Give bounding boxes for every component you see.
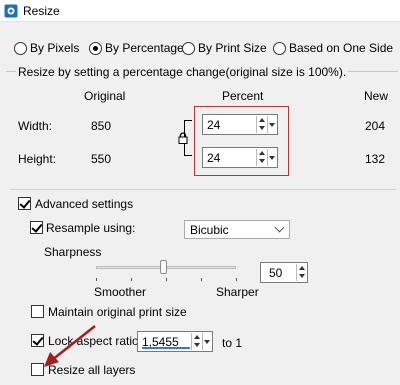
lock-icon[interactable] — [178, 132, 188, 144]
maintain-print-size-label[interactable]: Maintain original print size — [48, 305, 187, 319]
radio-label-by-percentage[interactable]: By Percentage — [105, 41, 184, 55]
aspect-ratio-stepper[interactable] — [191, 333, 201, 350]
slider-tick — [96, 278, 97, 281]
radio-by-pixels[interactable] — [14, 42, 27, 55]
height-new: 132 — [365, 152, 386, 166]
height-percent-dropdown[interactable] — [267, 149, 276, 166]
header-new: New — [364, 89, 389, 103]
sharpness-label: Sharpness — [44, 245, 102, 259]
aspect-ratio-suffix: to 1 — [222, 336, 243, 350]
aspect-ratio-dropdown[interactable] — [202, 333, 211, 350]
sharpness-slider-thumb[interactable] — [160, 260, 167, 274]
advanced-settings-checkbox[interactable] — [18, 197, 31, 210]
resample-method-value[interactable]: Bicubic — [190, 223, 229, 237]
width-label: Width: — [18, 119, 53, 133]
app-logo-icon — [4, 4, 18, 18]
sharpness-max-label: Sharper — [216, 285, 259, 299]
radio-label-by-print-size[interactable]: By Print Size — [198, 41, 267, 55]
maintain-print-size-checkbox[interactable] — [31, 305, 44, 318]
advanced-settings-label[interactable]: Advanced settings — [35, 197, 133, 211]
slider-tick — [166, 278, 167, 281]
height-percent-value[interactable]: 24 — [207, 151, 220, 165]
header-original: Original — [84, 89, 126, 103]
width-new: 204 — [365, 119, 386, 133]
chevron-down-icon[interactable] — [274, 222, 285, 233]
sharpness-min-label: Smoother — [94, 285, 147, 299]
percentage-group-title: Resize by setting a percentage change(or… — [16, 65, 349, 79]
height-percent-spinner[interactable]: 24 — [202, 147, 278, 168]
radio-label-based-on-one-side[interactable]: Based on One Side — [289, 41, 393, 55]
width-original: 850 — [91, 119, 112, 133]
slider-tick — [131, 278, 132, 281]
width-percent-dropdown[interactable] — [267, 116, 276, 133]
resample-method-select[interactable]: Bicubic — [184, 220, 290, 239]
slider-tick — [201, 278, 202, 281]
pointer-arrow-icon — [44, 325, 96, 367]
resample-checkbox[interactable] — [30, 221, 43, 234]
aspect-ratio-spinner[interactable]: 1,5455 — [137, 331, 213, 352]
sharpness-stepper[interactable] — [296, 264, 306, 281]
aspect-ratio-underline — [142, 347, 190, 349]
height-original: 550 — [91, 152, 112, 166]
sharpness-value[interactable]: 50 — [269, 266, 282, 280]
radio-label-by-pixels[interactable]: By Pixels — [30, 41, 79, 55]
width-percent-stepper[interactable] — [256, 116, 266, 133]
header-percent: Percent — [222, 89, 264, 103]
slider-tick — [236, 278, 237, 281]
sharpness-spinner[interactable]: 50 — [260, 262, 308, 283]
window-title: Resize — [23, 4, 60, 18]
resample-label[interactable]: Resample using: — [46, 221, 135, 235]
section-divider — [10, 189, 396, 190]
height-label: Height: — [18, 152, 57, 166]
title-bar: Resize — [0, 0, 400, 22]
width-percent-spinner[interactable]: 24 — [202, 114, 278, 135]
height-percent-stepper[interactable] — [256, 149, 266, 166]
radio-by-percentage[interactable] — [89, 42, 102, 55]
radio-based-on-one-side[interactable] — [273, 42, 286, 55]
width-percent-value[interactable]: 24 — [207, 118, 220, 132]
radio-by-print-size[interactable] — [182, 42, 195, 55]
